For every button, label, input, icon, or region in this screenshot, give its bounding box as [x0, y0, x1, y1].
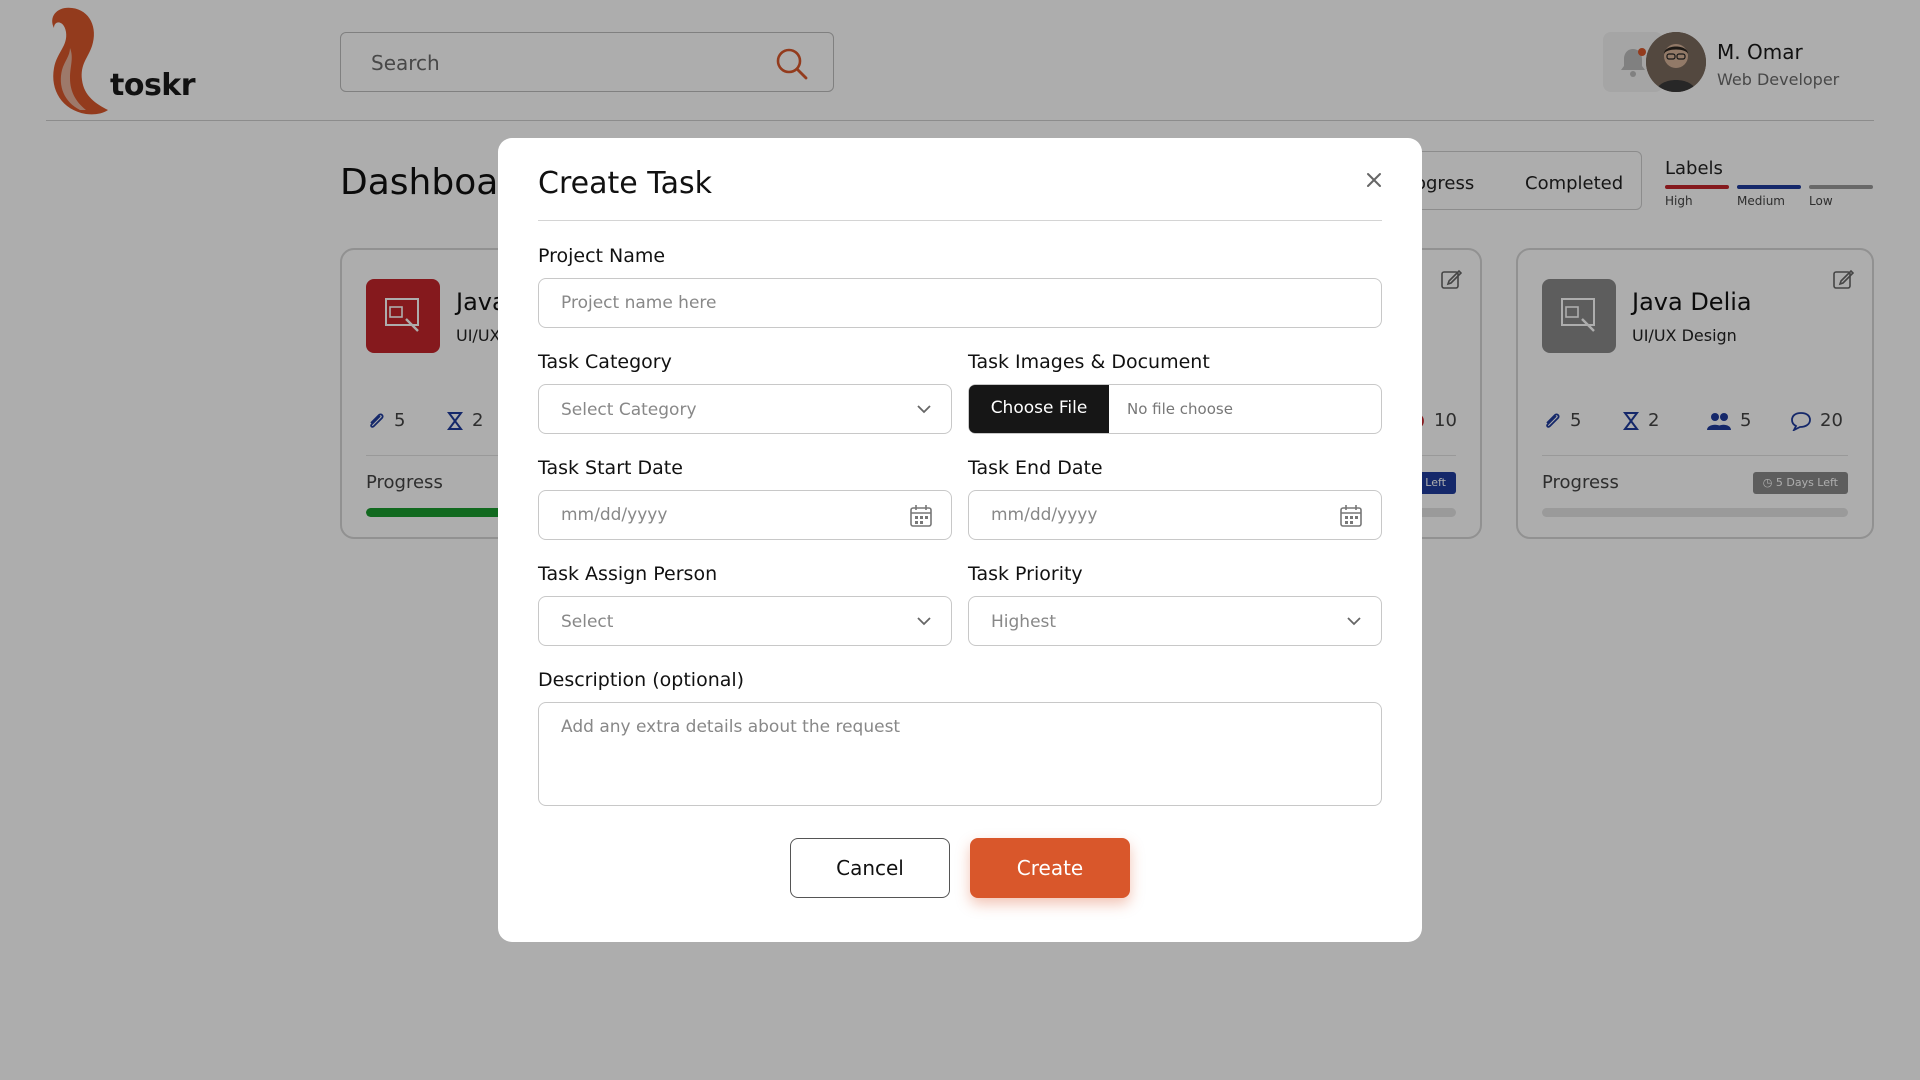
close-icon[interactable]	[1362, 168, 1386, 192]
priority-label: Task Priority	[968, 563, 1083, 585]
file-upload-field: Choose File No file choose	[968, 384, 1382, 434]
priority-select[interactable]: Highest	[968, 596, 1382, 646]
assignee-label: Task Assign Person	[538, 563, 718, 585]
end-date-input[interactable]	[991, 491, 1323, 539]
category-select[interactable]: Select Category	[538, 384, 952, 434]
project-name-label: Project Name	[538, 245, 666, 267]
project-name-field[interactable]	[538, 278, 1382, 328]
cancel-button[interactable]: Cancel	[790, 838, 950, 898]
calendar-icon[interactable]	[1339, 504, 1363, 528]
start-date-field[interactable]	[538, 490, 952, 540]
chevron-down-icon	[917, 405, 931, 414]
calendar-icon[interactable]	[909, 504, 933, 528]
project-name-input[interactable]	[561, 279, 1323, 327]
end-date-label: Task End Date	[968, 457, 1103, 479]
chevron-down-icon	[917, 617, 931, 626]
end-date-field[interactable]	[968, 490, 1382, 540]
start-date-label: Task Start Date	[538, 457, 683, 479]
attachment-label: Task Images & Document	[968, 351, 1210, 373]
category-label: Task Category	[538, 351, 672, 373]
create-button[interactable]: Create	[970, 838, 1130, 898]
start-date-input[interactable]	[561, 491, 893, 539]
priority-selected-value: Highest	[991, 612, 1057, 632]
assignee-selected-value: Select	[561, 612, 614, 632]
description-field[interactable]	[538, 702, 1382, 806]
dialog-title: Create Task	[538, 166, 712, 201]
description-label: Description (optional)	[538, 669, 745, 691]
create-task-dialog: Create Task Project Name Task Category S…	[498, 138, 1422, 942]
chevron-down-icon	[1347, 617, 1361, 626]
category-selected-value: Select Category	[561, 400, 697, 420]
description-textarea[interactable]	[561, 717, 1323, 787]
assignee-select[interactable]: Select	[538, 596, 952, 646]
choose-file-button[interactable]: Choose File	[969, 385, 1109, 433]
dialog-divider	[538, 220, 1382, 221]
file-status-text: No file choose	[1127, 400, 1233, 418]
